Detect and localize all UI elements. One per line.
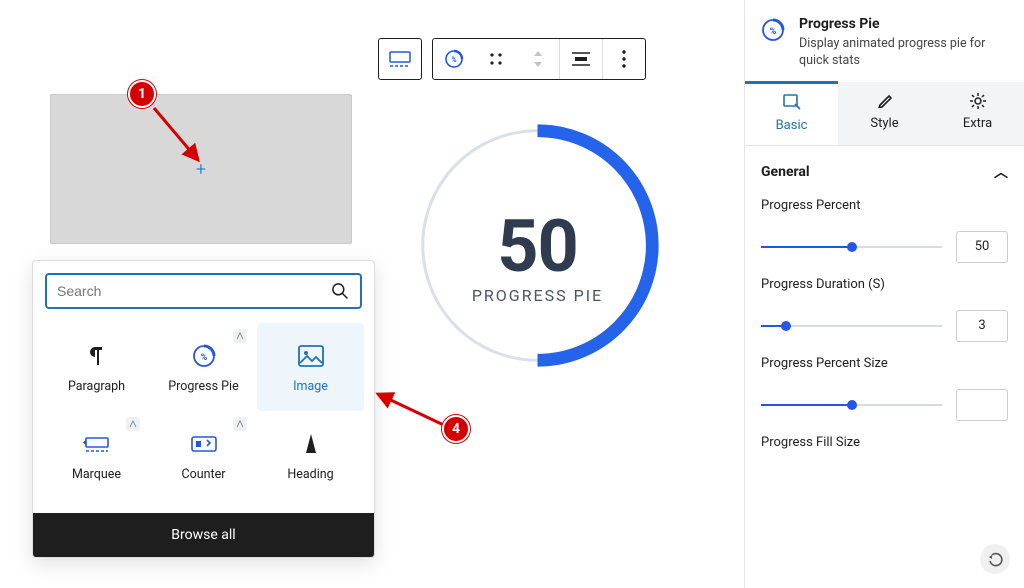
block-label: Paragraph <box>68 379 125 394</box>
field-label: Progress Percent <box>761 198 1008 213</box>
progress-pie-value: 50 <box>410 204 665 289</box>
tab-basic[interactable]: Basic <box>745 81 838 145</box>
field-fill-size: Progress Fill Size <box>745 427 1024 450</box>
block-counter[interactable]: Counter <box>150 411 257 499</box>
section-title: General <box>761 164 810 180</box>
search-icon <box>330 281 350 301</box>
field-progress-duration: Progress Duration (S) 3 <box>745 269 1024 348</box>
svg-text:%: % <box>451 56 456 64</box>
move-updown-icon <box>531 49 545 69</box>
basic-tab-icon <box>783 94 801 112</box>
plugin-chip-icon <box>233 329 247 343</box>
block-image[interactable]: Image <box>257 323 364 411</box>
sidebar-block-desc: Display animated progress pie for quick … <box>799 36 1009 70</box>
undo-icon <box>988 552 1003 567</box>
sidebar-block-icon: % <box>759 16 787 44</box>
percent-size-value-box[interactable] <box>956 389 1008 421</box>
toolbar-progress-pie-button[interactable]: % <box>433 38 475 80</box>
block-label: Marquee <box>72 467 121 482</box>
inserter-search[interactable] <box>45 273 362 309</box>
tab-style[interactable]: Style <box>838 82 931 145</box>
block-label: Progress Pie <box>168 379 238 394</box>
progress-pie-icon: % <box>191 343 217 369</box>
percent-size-slider[interactable] <box>761 398 942 412</box>
chevron-up-icon: ︿ <box>994 162 1008 182</box>
svg-text:%: % <box>200 353 207 363</box>
block-marquee[interactable]: Marquee <box>43 411 150 499</box>
widget-icon <box>389 51 411 67</box>
block-paragraph[interactable]: Paragraph <box>43 323 150 411</box>
browse-all-button[interactable]: Browse all <box>33 513 374 557</box>
editor-canvas: + 1 % <box>0 0 740 588</box>
tab-label: Style <box>870 116 898 131</box>
field-percent-size: Progress Percent Size <box>745 348 1024 427</box>
marquee-icon <box>83 431 111 457</box>
progress-pie-icon: % <box>443 48 465 70</box>
progress-pie-preview[interactable]: 50 PROGRESS PIE <box>410 118 665 377</box>
block-label: Heading <box>287 467 333 482</box>
toolbar-move-button[interactable] <box>517 38 559 80</box>
toolbar-widget-button[interactable] <box>378 38 422 80</box>
tab-extra[interactable]: Extra <box>931 82 1024 145</box>
field-label: Progress Fill Size <box>761 435 1008 450</box>
image-icon <box>298 343 324 369</box>
percent-slider[interactable] <box>761 240 942 254</box>
drag-icon <box>488 51 504 67</box>
block-label: Image <box>293 379 328 394</box>
toolbar-main-group: % <box>432 38 646 80</box>
toolbar-more-button[interactable] <box>603 38 645 80</box>
toolbar-align-button[interactable] <box>560 38 602 80</box>
svg-text:%: % <box>770 27 777 37</box>
style-tab-icon <box>877 92 893 110</box>
reset-button[interactable] <box>980 544 1010 574</box>
duration-value-box[interactable]: 3 <box>956 310 1008 342</box>
block-progress-pie[interactable]: % Progress Pie <box>150 323 257 411</box>
block-inserter: Paragraph % Progress Pie Image <box>32 260 375 558</box>
field-label: Progress Percent Size <box>761 356 1008 371</box>
duration-slider[interactable] <box>761 319 942 333</box>
tab-label: Basic <box>776 118 808 133</box>
toolbar-drag-button[interactable] <box>475 38 517 80</box>
tab-label: Extra <box>963 116 992 131</box>
annotation-badge-4: 4 <box>442 415 470 443</box>
search-input[interactable] <box>57 283 330 299</box>
extra-tab-icon <box>969 92 987 110</box>
sidebar-block-title: Progress Pie <box>799 16 1009 32</box>
kebab-icon <box>622 50 626 68</box>
progress-pie-caption: PROGRESS PIE <box>410 286 665 305</box>
align-icon <box>572 51 590 67</box>
percent-value-box[interactable]: 50 <box>956 231 1008 263</box>
settings-tabs: Basic Style Extra <box>745 82 1024 146</box>
settings-sidebar: % Progress Pie Display animated progress… <box>744 0 1024 588</box>
block-heading[interactable]: Heading <box>257 411 364 499</box>
counter-icon <box>191 431 217 457</box>
heading-icon <box>303 431 319 457</box>
field-progress-percent: Progress Percent 50 <box>745 190 1024 269</box>
annotation-arrow-1 <box>150 104 212 174</box>
block-label: Counter <box>181 467 225 482</box>
plugin-chip-icon <box>233 417 247 431</box>
block-toolbar: % <box>378 38 646 80</box>
paragraph-icon <box>88 343 106 369</box>
field-label: Progress Duration (S) <box>761 277 1008 292</box>
section-general-header[interactable]: General ︿ <box>745 146 1024 190</box>
plugin-chip-icon <box>126 417 140 431</box>
